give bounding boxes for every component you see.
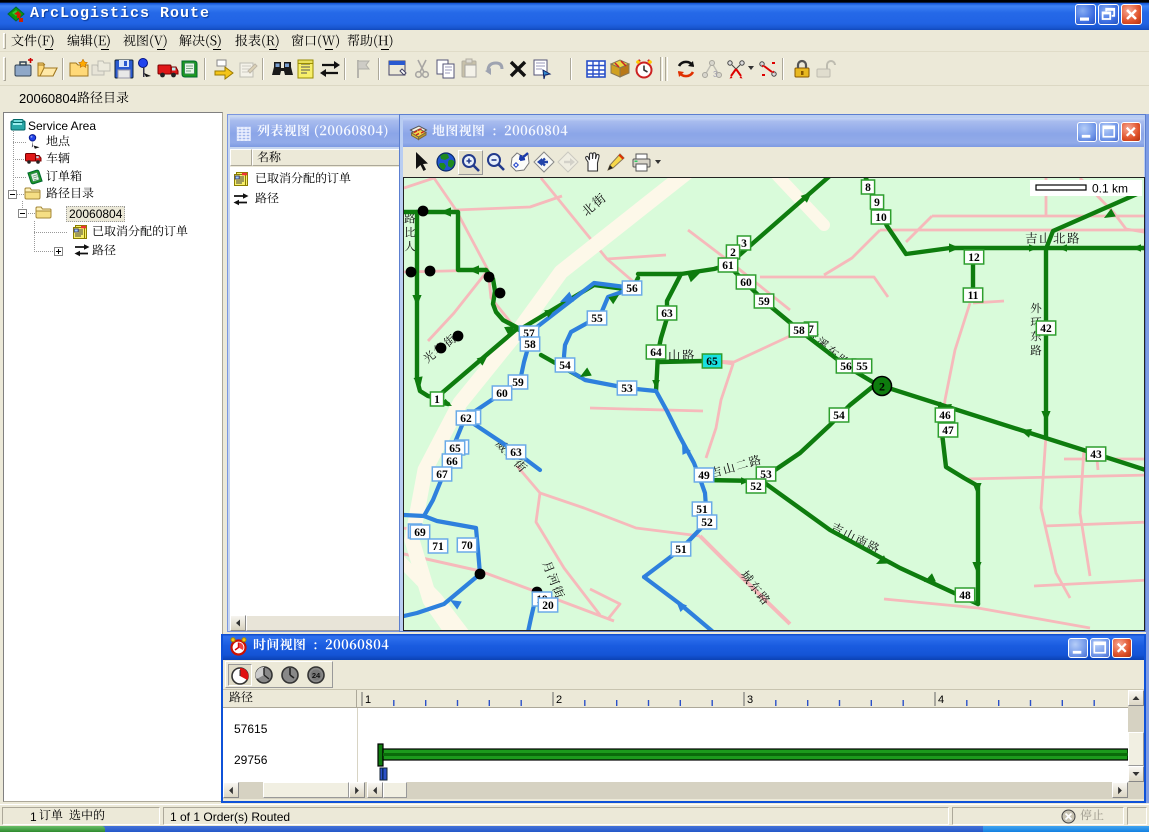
svg-text:54: 54 [559, 360, 571, 372]
svg-text:47: 47 [942, 425, 954, 437]
svg-text:71: 71 [432, 541, 444, 553]
svg-text:0.1 km: 0.1 km [1092, 182, 1128, 196]
svg-text:64: 64 [650, 347, 662, 359]
svg-text:8: 8 [865, 182, 871, 194]
svg-text:59: 59 [758, 296, 770, 308]
svg-text:58: 58 [524, 339, 536, 351]
svg-text:59: 59 [512, 377, 524, 389]
svg-text:69: 69 [414, 527, 426, 539]
svg-text:24: 24 [312, 671, 321, 680]
svg-text:67: 67 [436, 469, 448, 481]
svg-text:9: 9 [874, 197, 880, 209]
svg-text:3: 3 [741, 238, 747, 250]
svg-text:60: 60 [740, 277, 752, 289]
svg-text:56: 56 [840, 361, 852, 373]
svg-text:3: 3 [713, 70, 718, 79]
svg-text:63: 63 [661, 308, 673, 320]
svg-text:1: 1 [365, 694, 371, 706]
svg-text:2: 2 [879, 380, 885, 394]
svg-text:3: 3 [747, 694, 753, 706]
svg-text:4: 4 [938, 694, 944, 706]
svg-text:54: 54 [833, 410, 845, 422]
svg-text:20: 20 [542, 600, 554, 612]
svg-text:63: 63 [510, 447, 522, 459]
svg-text:52: 52 [750, 481, 762, 493]
svg-text:10: 10 [875, 212, 887, 224]
svg-text:11: 11 [968, 290, 979, 302]
svg-text:1: 1 [434, 394, 440, 406]
svg-text:65: 65 [706, 356, 718, 368]
svg-text:61: 61 [722, 260, 734, 272]
svg-text:53: 53 [621, 383, 633, 395]
svg-text:55: 55 [591, 313, 603, 325]
svg-text:12: 12 [968, 252, 980, 264]
svg-text:46: 46 [939, 410, 951, 422]
svg-text:48: 48 [959, 590, 971, 602]
svg-text:60: 60 [496, 388, 508, 400]
svg-text:58: 58 [793, 325, 805, 337]
svg-text:55: 55 [856, 361, 868, 373]
svg-text:49: 49 [698, 470, 710, 482]
svg-text:70: 70 [461, 540, 473, 552]
svg-text:52: 52 [701, 517, 713, 529]
svg-text:43: 43 [1090, 449, 1102, 461]
svg-text:51: 51 [675, 544, 687, 556]
svg-text:2: 2 [556, 694, 562, 706]
svg-text:42: 42 [1040, 323, 1052, 335]
svg-text:62: 62 [460, 413, 472, 425]
svg-text:56: 56 [626, 283, 638, 295]
